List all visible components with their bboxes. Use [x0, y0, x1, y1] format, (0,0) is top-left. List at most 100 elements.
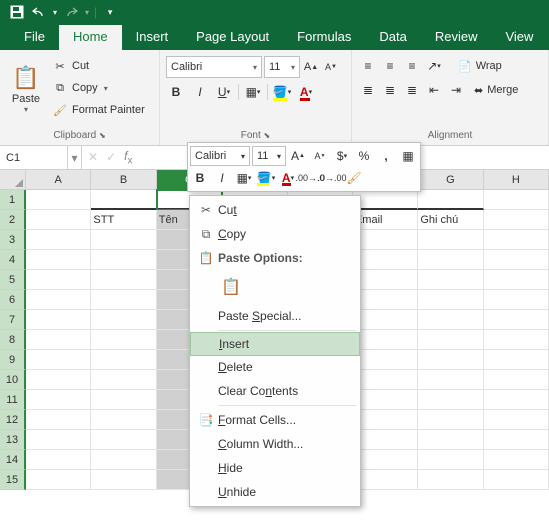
cell-A8[interactable] [26, 330, 91, 350]
cell-B7[interactable] [91, 310, 156, 330]
border-button[interactable]: ▦▾ [243, 82, 263, 102]
cell-F14[interactable] [353, 450, 418, 470]
cell-B10[interactable] [91, 370, 156, 390]
mini-fill-color[interactable]: 🪣▾ [256, 168, 276, 188]
cell-G9[interactable] [418, 350, 483, 370]
tab-home[interactable]: Home [59, 25, 122, 50]
cell-G8[interactable] [418, 330, 483, 350]
cell-G6[interactable] [418, 290, 483, 310]
ctx-insert[interactable]: Insert [190, 332, 360, 356]
cell-F9[interactable] [353, 350, 418, 370]
tab-review[interactable]: Review [421, 25, 492, 50]
cell-G12[interactable] [418, 410, 483, 430]
row-header-8[interactable]: 8 [0, 330, 26, 350]
row-header-4[interactable]: 4 [0, 250, 26, 270]
cell-H2[interactable] [484, 210, 549, 230]
ctx-copy[interactable]: ⧉Copy [190, 222, 360, 246]
row-header-13[interactable]: 13 [0, 430, 26, 450]
cell-B11[interactable] [91, 390, 156, 410]
cell-A11[interactable] [26, 390, 91, 410]
cell-H15[interactable] [484, 470, 549, 490]
row-header-9[interactable]: 9 [0, 350, 26, 370]
cell-H10[interactable] [484, 370, 549, 390]
align-middle-button[interactable]: ≡ [380, 56, 400, 76]
ctx-clear-contents[interactable]: Clear Contents [190, 379, 360, 403]
bold-button[interactable]: B [166, 82, 186, 102]
name-box-dropdown[interactable]: ▾ [68, 146, 82, 169]
increase-font-button[interactable]: A▲ [302, 56, 320, 78]
cell-F4[interactable] [353, 250, 418, 270]
underline-button[interactable]: U▾ [214, 82, 234, 102]
cell-B15[interactable] [91, 470, 156, 490]
mini-accounting-format[interactable]: $▾ [332, 146, 352, 166]
cell-F7[interactable] [353, 310, 418, 330]
cell-A15[interactable] [26, 470, 91, 490]
cell-B1[interactable] [91, 190, 156, 210]
align-right-button[interactable]: ≣ [402, 80, 422, 100]
cell-B2[interactable]: STT [91, 210, 156, 230]
enter-formula-button[interactable]: ✓ [106, 150, 116, 164]
mini-percent-format[interactable]: % [354, 146, 374, 166]
cell-F3[interactable] [353, 230, 418, 250]
mini-increase-font[interactable]: A▲ [288, 146, 308, 166]
cell-A5[interactable] [26, 270, 91, 290]
cell-A1[interactable] [26, 190, 91, 210]
paste-option-default[interactable]: 📋 [218, 274, 244, 300]
mini-bold[interactable]: B [190, 168, 210, 188]
cell-F8[interactable] [353, 330, 418, 350]
cell-B13[interactable] [91, 430, 156, 450]
mini-decrease-decimal[interactable]: .0→.00 [322, 168, 342, 188]
wrap-text-button[interactable]: 📄Wrap [458, 60, 502, 73]
row-header-14[interactable]: 14 [0, 450, 26, 470]
cell-B3[interactable] [91, 230, 156, 250]
cell-G10[interactable] [418, 370, 483, 390]
col-header-A[interactable]: A [26, 170, 91, 190]
ctx-paste-special[interactable]: Paste Special... [190, 304, 360, 328]
redo-dropdown[interactable]: ▾ [82, 2, 92, 22]
copy-button[interactable]: ⧉Copy▾ [50, 78, 147, 98]
cell-B5[interactable] [91, 270, 156, 290]
tab-page-layout[interactable]: Page Layout [182, 25, 283, 50]
cell-A2[interactable] [26, 210, 91, 230]
fx-button[interactable]: fx [124, 149, 132, 166]
cell-G14[interactable] [418, 450, 483, 470]
mini-decrease-font[interactable]: A▼ [310, 146, 330, 166]
cell-H3[interactable] [484, 230, 549, 250]
cell-G11[interactable] [418, 390, 483, 410]
cell-F1[interactable] [353, 190, 418, 210]
row-header-1[interactable]: 1 [0, 190, 26, 210]
cell-H1[interactable] [484, 190, 549, 210]
cell-H9[interactable] [484, 350, 549, 370]
merge-button[interactable]: ⬌Merge [474, 84, 518, 97]
cell-G3[interactable] [418, 230, 483, 250]
cell-F12[interactable] [353, 410, 418, 430]
row-header-3[interactable]: 3 [0, 230, 26, 250]
cell-B4[interactable] [91, 250, 156, 270]
cell-F13[interactable] [353, 430, 418, 450]
cell-H12[interactable] [484, 410, 549, 430]
cell-A3[interactable] [26, 230, 91, 250]
cell-H11[interactable] [484, 390, 549, 410]
mini-font-combo[interactable]: Calibri▾ [190, 146, 250, 166]
name-box[interactable]: C1 [0, 146, 68, 169]
format-painter-button[interactable]: 🖌Format Painter [50, 100, 147, 120]
cell-G15[interactable] [418, 470, 483, 490]
decrease-indent-button[interactable]: ⇤ [424, 80, 444, 100]
tab-data[interactable]: Data [365, 25, 420, 50]
cell-F5[interactable] [353, 270, 418, 290]
align-center-button[interactable]: ≣ [380, 80, 400, 100]
mini-border[interactable]: ▦▾ [234, 168, 254, 188]
row-header-15[interactable]: 15 [0, 470, 26, 490]
cell-H5[interactable] [484, 270, 549, 290]
cell-A6[interactable] [26, 290, 91, 310]
col-header-B[interactable]: B [91, 170, 156, 190]
row-header-5[interactable]: 5 [0, 270, 26, 290]
cut-button[interactable]: ✂Cut [50, 56, 147, 76]
cell-F6[interactable] [353, 290, 418, 310]
cell-H6[interactable] [484, 290, 549, 310]
undo-button[interactable] [28, 2, 50, 22]
cell-A14[interactable] [26, 450, 91, 470]
mini-conditional-format[interactable]: ▦ [398, 146, 418, 166]
cell-G7[interactable] [418, 310, 483, 330]
ctx-unhide[interactable]: Unhide [190, 480, 360, 504]
